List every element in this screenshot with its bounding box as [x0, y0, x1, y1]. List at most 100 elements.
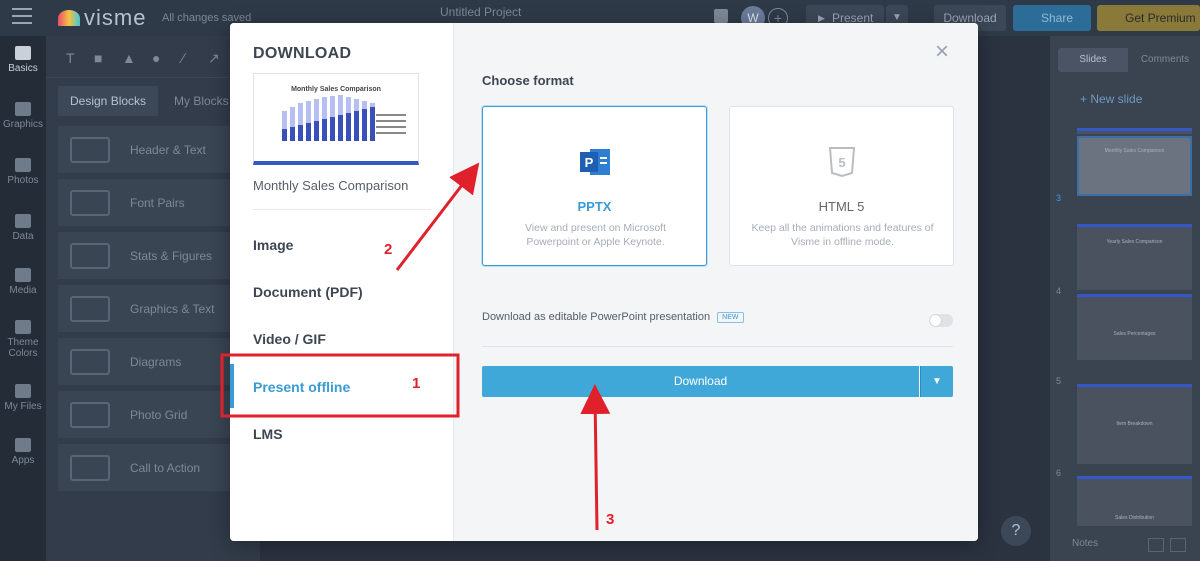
circle-tool-icon[interactable]: ●	[152, 50, 160, 66]
slide-number: 4	[1056, 286, 1062, 296]
sidebar-item-graphics[interactable]: Graphics	[0, 102, 46, 130]
preview-bar	[298, 125, 303, 141]
sidebar-item-media[interactable]: Media	[0, 268, 46, 296]
modal-title: DOWNLOAD	[253, 45, 352, 62]
slide-thumbnail[interactable]: Sales Percentages	[1077, 294, 1192, 360]
download-button[interactable]: Download	[482, 366, 919, 397]
format-panel: × Choose format P PPTX View and present …	[454, 23, 978, 541]
share-button[interactable]: Share	[1013, 5, 1091, 31]
preview-bar	[322, 119, 327, 141]
basics-icon	[15, 46, 31, 60]
block-item[interactable]: Stats & Figures	[58, 232, 258, 279]
sidebar-label: Photos	[7, 175, 39, 186]
format-description: Keep all the animations and features of …	[751, 222, 934, 248]
sidebar-label: Basics	[8, 63, 38, 74]
preview-legend	[376, 114, 406, 138]
project-preview: Monthly Sales Comparison	[253, 73, 419, 165]
format-html5-card[interactable]: 5 HTML 5 Keep all the animations and fea…	[729, 106, 954, 266]
list-view-icon[interactable]	[1170, 538, 1186, 552]
call-to-action-icon	[70, 454, 110, 481]
menu-lms[interactable]: LMS	[253, 426, 283, 442]
format-pptx-card[interactable]: P PPTX View and present on Microsoft Pow…	[482, 106, 707, 266]
format-name: HTML 5	[818, 199, 865, 214]
preview-bar	[306, 123, 311, 141]
comment-icon[interactable]	[714, 9, 728, 23]
shape-toolbar: T ■ ▲ ● ∕ ↗ ✎	[46, 36, 260, 78]
menu-image[interactable]: Image	[253, 237, 293, 253]
close-icon[interactable]: ×	[932, 40, 952, 64]
triangle-tool-icon[interactable]: ▲	[122, 50, 136, 66]
block-item[interactable]: Photo Grid	[58, 391, 258, 438]
logo-mark-icon	[58, 10, 80, 26]
block-label: Diagrams	[130, 354, 182, 369]
block-item[interactable]: Graphics & Text	[58, 285, 258, 332]
get-premium-button[interactable]: Get Premium	[1097, 5, 1200, 31]
preview-bar	[338, 115, 343, 141]
preview-bar	[346, 113, 351, 141]
annotation-label: 3	[606, 511, 615, 528]
slide-thumbnail[interactable]: Yearly Sales Comparison	[1077, 224, 1192, 290]
help-button[interactable]: ?	[1001, 516, 1031, 546]
tab-my-blocks[interactable]: My Blocks	[162, 86, 241, 116]
line-tool-icon[interactable]: ∕	[182, 50, 184, 66]
photo-grid-icon	[70, 401, 110, 428]
palette-icon	[15, 320, 31, 334]
text-tool-icon[interactable]: T	[66, 50, 75, 66]
block-label: Header & Text	[130, 142, 206, 157]
block-list: Header & Text Font Pairs Stats & Figures…	[58, 126, 258, 497]
sidebar-label: Data	[12, 231, 34, 242]
menu-document-pdf[interactable]: Document (PDF)	[253, 284, 363, 300]
apps-icon	[15, 438, 31, 452]
slide-title: Yearly Sales Comparison	[1106, 239, 1163, 245]
block-item[interactable]: Call to Action	[58, 444, 258, 491]
slide-thumbnail[interactable]: Monthly Sales Comparison	[1077, 136, 1192, 196]
grid-view-icon[interactable]	[1148, 538, 1164, 552]
sidebar-item-basics[interactable]: Basics	[0, 46, 46, 74]
notes-button[interactable]: Notes	[1072, 538, 1098, 549]
powerpoint-icon: P	[580, 149, 610, 175]
annotation-label: 1	[412, 375, 421, 392]
menu-icon[interactable]	[12, 8, 32, 26]
slide-title: Item Breakdown	[1116, 421, 1153, 427]
preview-bar	[354, 111, 359, 141]
choose-format-label: Choose format	[482, 73, 574, 88]
chevron-down-icon[interactable]: ▼	[920, 366, 953, 397]
pie-chart-icon	[15, 214, 31, 228]
project-title[interactable]: Untitled Project	[440, 5, 521, 19]
block-label: Photo Grid	[130, 407, 188, 422]
block-item[interactable]: Diagrams	[58, 338, 258, 385]
sidebar-label: Graphics	[2, 119, 43, 130]
slide-thumbnail[interactable]	[1077, 128, 1192, 134]
sidebar-item-my-files[interactable]: My Files	[0, 384, 46, 412]
sidebar-item-theme-colors[interactable]: Theme Colors	[0, 320, 46, 359]
media-icon	[15, 268, 31, 282]
preview-bar	[362, 109, 367, 141]
editable-ppt-option: Download as editable PowerPoint presenta…	[482, 311, 744, 323]
divider	[253, 209, 431, 210]
slide-thumbnail[interactable]: Sales Distribution	[1077, 476, 1192, 526]
sidebar-item-photos[interactable]: Photos	[0, 158, 46, 186]
arrow-tool-icon[interactable]: ↗	[208, 50, 220, 67]
editable-ppt-toggle[interactable]	[929, 314, 953, 327]
square-tool-icon[interactable]: ■	[94, 50, 102, 66]
svg-text:5: 5	[838, 155, 845, 170]
photos-icon	[15, 158, 31, 172]
download-modal: DOWNLOAD Monthly Sales Comparison Monthl…	[230, 23, 978, 541]
project-name: Monthly Sales Comparison	[253, 178, 409, 193]
sidebar-label: My Files	[4, 401, 42, 412]
slide-title: Monthly Sales Comparison	[1104, 148, 1165, 154]
tab-design-blocks[interactable]: Design Blocks	[58, 86, 159, 116]
menu-present-offline[interactable]: Present offline	[253, 379, 350, 395]
download-menu: DOWNLOAD Monthly Sales Comparison Monthl…	[230, 23, 454, 541]
sidebar-item-apps[interactable]: Apps	[0, 438, 46, 466]
block-item[interactable]: Font Pairs	[58, 179, 258, 226]
folder-icon	[15, 384, 31, 398]
tab-comments[interactable]: Comments	[1130, 48, 1200, 72]
sidebar-item-data[interactable]: Data	[0, 214, 46, 242]
block-item[interactable]: Header & Text	[58, 126, 258, 173]
visme-logo[interactable]: visme	[58, 5, 146, 30]
tab-slides[interactable]: Slides	[1058, 48, 1128, 72]
new-slide-button[interactable]: + New slide	[1080, 92, 1142, 106]
slide-thumbnail[interactable]: Item Breakdown	[1077, 384, 1192, 464]
menu-video-gif[interactable]: Video / GIF	[253, 331, 326, 347]
